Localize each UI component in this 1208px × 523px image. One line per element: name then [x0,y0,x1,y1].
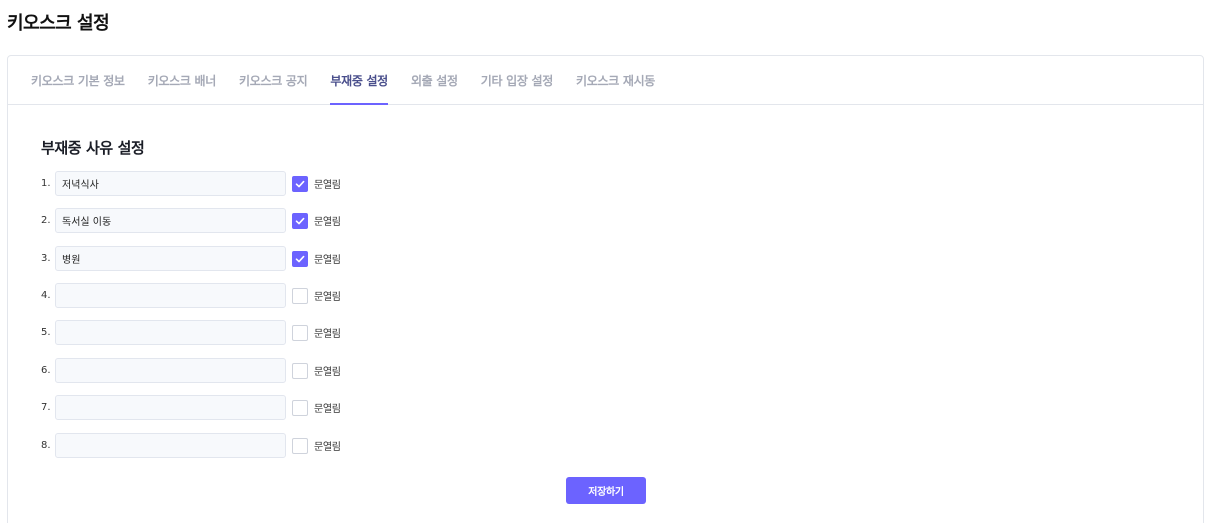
reason-number: 1. [41,178,51,189]
checkmark-icon [295,255,305,262]
reason-input[interactable] [55,433,286,458]
door-open-checkbox[interactable] [292,287,308,304]
reason-number: 7. [41,402,51,413]
door-open-label: 문열림 [314,180,341,191]
reason-row: 6. 문열림 [41,358,341,383]
door-open-checkbox[interactable] [292,362,308,379]
page-title: 키오스크 설정 [7,13,110,34]
reason-row: 1. 문열림 [41,171,341,196]
door-open-checkbox[interactable] [292,437,308,454]
reason-row: 2. 문열림 [41,208,341,233]
tab-kiosk-basic-info[interactable]: 키오스크 기본 정보 [31,56,125,104]
reason-row: 7. 문열림 [41,395,341,420]
reason-input[interactable] [55,320,286,345]
tab-other-entry-settings[interactable]: 기타 입장 설정 [481,56,554,104]
reason-input[interactable] [55,208,286,233]
reason-number: 8. [41,440,51,451]
reason-input[interactable] [55,171,286,196]
tab-outing-settings[interactable]: 외출 설정 [411,56,458,104]
door-open-label: 문열림 [314,329,341,340]
door-open-label: 문열림 [314,255,341,266]
checkmark-icon [295,217,305,224]
reason-input[interactable] [55,358,286,383]
door-open-checkbox[interactable] [292,399,308,416]
reason-row: 4. 문열림 [41,283,341,308]
reason-input[interactable] [55,246,286,271]
door-open-label: 문열림 [314,292,341,303]
door-open-label: 문열림 [314,404,341,415]
reason-input[interactable] [55,283,286,308]
reason-number: 6. [41,365,51,376]
reason-number: 5. [41,327,51,338]
door-open-checkbox[interactable] [292,324,308,341]
reason-number: 2. [41,215,51,226]
tab-kiosk-restart[interactable]: 키오스크 재시동 [576,56,655,104]
settings-card: 키오스크 기본 정보 키오스크 배너 키오스크 공지 부재중 설정 외출 설정 … [7,55,1204,523]
save-button[interactable]: 저장하기 [566,477,646,504]
tab-bar: 키오스크 기본 정보 키오스크 배너 키오스크 공지 부재중 설정 외출 설정 … [8,56,1203,105]
section-title: 부재중 사유 설정 [41,139,145,157]
tab-kiosk-notice[interactable]: 키오스크 공지 [239,56,308,104]
tab-absence-settings[interactable]: 부재중 설정 [330,56,388,105]
reason-row: 8. 문열림 [41,433,341,458]
door-open-label: 문열림 [314,217,341,228]
door-open-checkbox[interactable] [292,175,308,192]
door-open-checkbox[interactable] [292,250,308,267]
reason-number: 4. [41,290,51,301]
door-open-checkbox[interactable] [292,212,308,229]
reason-input[interactable] [55,395,286,420]
door-open-label: 문열림 [314,442,341,453]
reason-number: 3. [41,253,51,264]
reason-row: 5. 문열림 [41,320,341,345]
door-open-label: 문열림 [314,367,341,378]
reason-row: 3. 문열림 [41,246,341,271]
checkmark-icon [295,180,305,187]
tab-kiosk-banner[interactable]: 키오스크 배너 [148,56,217,104]
